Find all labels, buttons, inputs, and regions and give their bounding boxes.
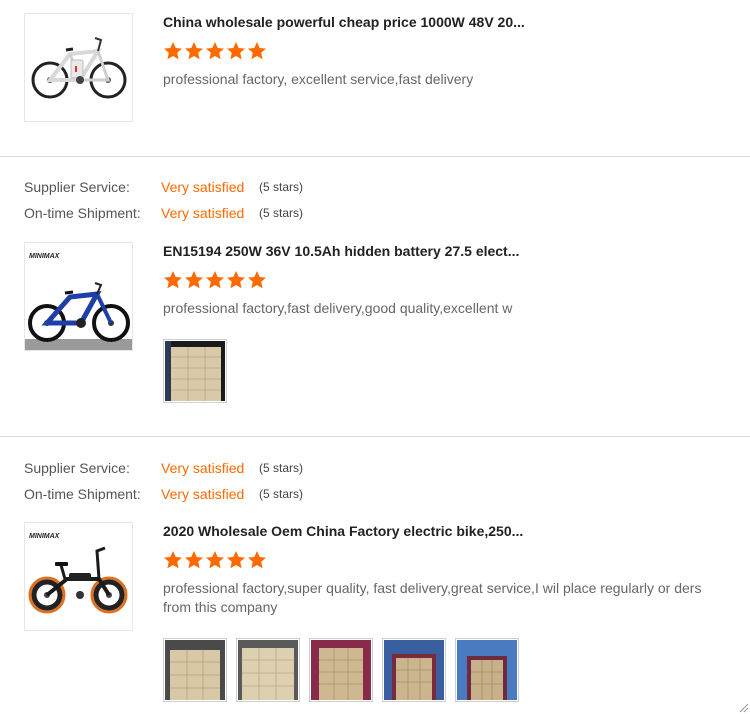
rating-value: Very satisfied: [161, 460, 245, 476]
star-icon: [248, 551, 266, 569]
bike-blue-image: MINIMAX: [25, 243, 132, 350]
star-rating: [163, 550, 267, 570]
container-boxes-image: [165, 640, 225, 700]
rating-value: Very satisfied: [161, 179, 245, 195]
star-icon: [164, 551, 182, 569]
rating-label: Supplier Service:: [24, 179, 130, 195]
review-photo[interactable]: [236, 638, 300, 702]
star-icon: [185, 551, 203, 569]
review-text: professional factory, excellent service,…: [163, 71, 474, 87]
container-boxes-image: [311, 640, 371, 700]
review-divider: [0, 156, 750, 157]
star-icon: [164, 271, 182, 289]
product-image[interactable]: [24, 13, 133, 122]
rating-label: On-time Shipment:: [24, 486, 141, 502]
star-icon: [185, 42, 203, 60]
star-rating: [163, 41, 267, 61]
container-boxes-image: [238, 640, 298, 700]
brand-logo: MINIMAX: [29, 533, 61, 540]
rating-stars-text: (5 stars): [259, 461, 304, 475]
product-image[interactable]: MINIMAX: [24, 522, 133, 631]
review-photo[interactable]: [382, 638, 446, 702]
review-divider: [0, 436, 750, 437]
container-boxes-image: [165, 341, 225, 401]
star-icon: [248, 271, 266, 289]
rating-label: On-time Shipment:: [24, 205, 141, 221]
star-icon: [206, 271, 224, 289]
product-title[interactable]: China wholesale powerful cheap price 100…: [163, 13, 525, 31]
review-photo[interactable]: [455, 638, 519, 702]
star-icon: [248, 42, 266, 60]
product-image[interactable]: MINIMAX: [24, 242, 133, 351]
star-icon: [206, 551, 224, 569]
rating-stars-text: (5 stars): [259, 487, 304, 501]
star-icon: [227, 42, 245, 60]
container-boxes-image: [457, 640, 517, 700]
brand-logo: MINIMAX: [29, 253, 61, 260]
review-text: professional factory,super quality, fast…: [163, 580, 702, 615]
rating-stars-text: (5 stars): [259, 180, 304, 194]
review-photos: [163, 339, 227, 403]
product-title[interactable]: EN15194 250W 36V 10.5Ah hidden battery 2…: [163, 242, 519, 260]
rating-value: Very satisfied: [161, 205, 245, 221]
product-title[interactable]: 2020 Wholesale Oem China Factory electri…: [163, 522, 523, 540]
star-icon: [185, 271, 203, 289]
star-icon: [227, 551, 245, 569]
star-icon: [206, 42, 224, 60]
star-icon: [227, 271, 245, 289]
star-rating: [163, 270, 267, 290]
review-text: professional factory,fast delivery,good …: [163, 300, 513, 316]
resize-corner-icon: [739, 703, 749, 713]
review-photo[interactable]: [309, 638, 373, 702]
bike-white-image: [25, 14, 132, 121]
folding-fat-bike-image: MINIMAX: [25, 523, 132, 630]
review-photo[interactable]: [163, 638, 227, 702]
rating-label: Supplier Service:: [24, 460, 130, 476]
star-icon: [164, 42, 182, 60]
rating-value: Very satisfied: [161, 486, 245, 502]
review-photo[interactable]: [163, 339, 227, 403]
container-boxes-image: [384, 640, 444, 700]
rating-stars-text: (5 stars): [259, 206, 304, 220]
review-photos: [163, 638, 519, 702]
